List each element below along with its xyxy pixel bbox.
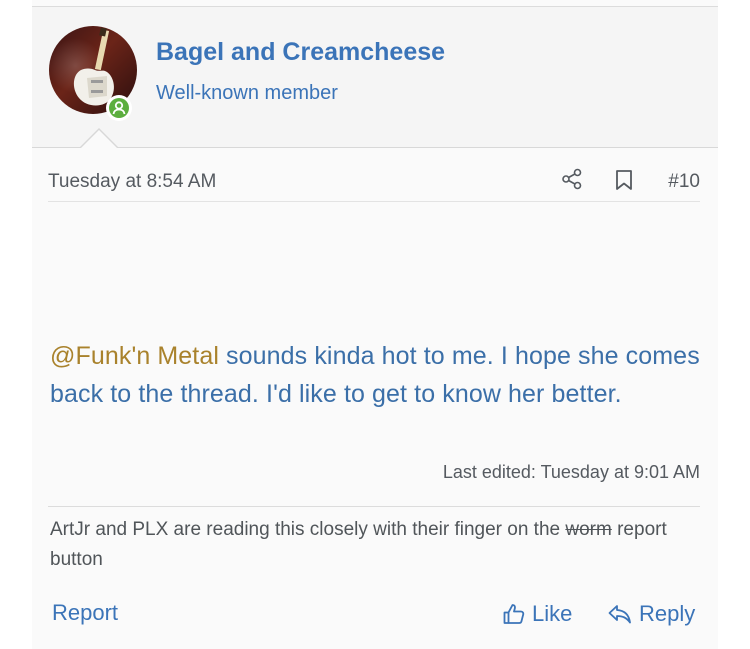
signature-struck-word: worm [565,519,612,540]
reply-icon [608,605,631,624]
post-timestamp[interactable]: Tuesday at 8:54 AM [48,171,216,193]
report-button[interactable]: Report [52,600,118,626]
user-title: Well-known member [156,82,338,104]
like-label: Like [532,601,573,626]
last-edited-note[interactable]: Last edited: Tuesday at 9:01 AM [443,462,700,483]
forum-post: Bagel and Creamcheese Well-known member … [32,0,718,649]
user-header: Bagel and Creamcheese Well-known member [32,7,718,148]
reply-button[interactable]: Reply [607,598,695,630]
post-number[interactable]: #10 [668,171,700,193]
post-meta-row: Tuesday at 8:54 AM #10 [48,168,700,198]
signature-text-start: ArtJr and PLX are reading this closely w… [50,519,566,540]
signature: ArtJr and PLX are reading this closely w… [50,515,690,575]
user-mention-link[interactable]: @Funk'n Metal [50,342,219,370]
signature-divider [48,506,700,507]
like-button[interactable]: Like [502,598,572,630]
post-message: @Funk'n Metal sounds kinda hot to me. I … [50,337,710,413]
thumbs-up-icon [503,604,525,624]
online-status-badge [106,95,132,121]
user-online-icon [112,101,126,115]
meta-divider [48,201,700,202]
share-icon[interactable] [561,168,583,190]
bookmark-icon[interactable] [614,169,634,191]
username-link[interactable]: Bagel and Creamcheese [156,38,445,67]
reply-label: Reply [639,601,696,626]
